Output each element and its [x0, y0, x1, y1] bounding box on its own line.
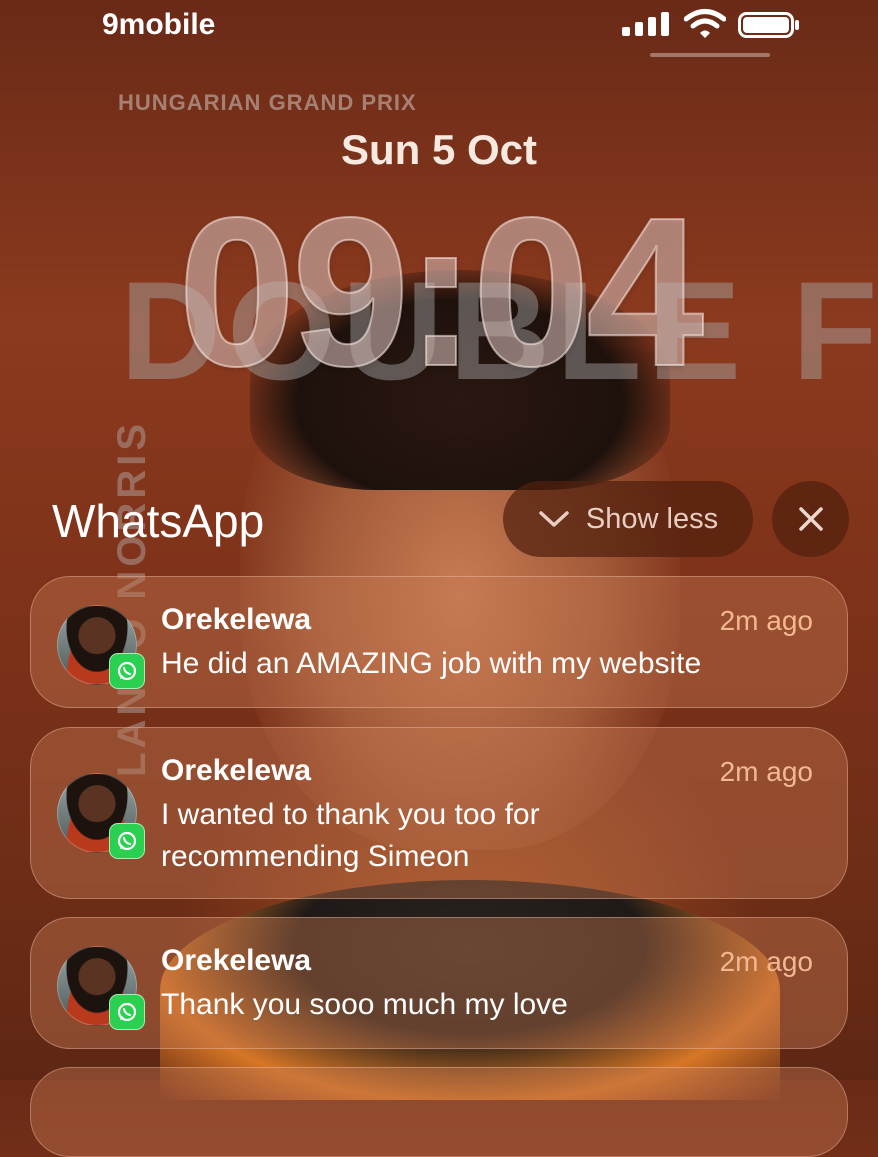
notification-message: Thank you sooo much my love: [161, 988, 568, 1021]
battery-icon: [738, 12, 799, 38]
notification-message: I wanted to thank you too for recommendi…: [161, 798, 540, 873]
notification-group-title: WhatsApp: [52, 495, 265, 547]
notification-card[interactable]: Orekelewa 2m ago I wanted to thank you t…: [30, 727, 848, 899]
lockscreen-date: Sun 5 Oct: [340, 126, 538, 173]
show-less-label: Show less: [585, 502, 719, 535]
show-less-button[interactable]: Show less: [503, 481, 753, 557]
notification-time: 2m ago: [719, 756, 813, 787]
close-icon: [798, 507, 823, 531]
notification-card[interactable]: Orekelewa 2m ago Thank you sooo much my …: [30, 917, 848, 1049]
carrier-name: 9mobile: [102, 8, 216, 41]
status-indicator-bar: [650, 53, 770, 57]
whatsapp-icon: [109, 653, 145, 689]
whatsapp-icon: [109, 994, 145, 1030]
notification-sender: Orekelewa: [161, 603, 312, 636]
notification-time: 2m ago: [719, 946, 813, 977]
wifi-icon: [684, 9, 726, 38]
cellular-signal-icon: [622, 12, 669, 36]
whatsapp-icon: [109, 823, 145, 859]
notification-message: He did an AMAZING job with my website: [161, 647, 702, 680]
clear-notifications-button[interactable]: [772, 481, 849, 557]
notification-time: 2m ago: [719, 605, 813, 636]
notification-card-partial[interactable]: [30, 1067, 848, 1157]
notification-sender: Orekelewa: [161, 754, 312, 787]
wallpaper-event-title: HUNGARIAN GRAND PRIX: [118, 90, 417, 115]
status-bar: 9mobile: [0, 0, 878, 60]
lockscreen-clock: 09:04: [177, 172, 705, 411]
notification-card[interactable]: Orekelewa 2m ago He did an AMAZING job w…: [30, 576, 848, 708]
notification-sender: Orekelewa: [161, 944, 312, 977]
chevron-down-icon: [539, 511, 569, 527]
